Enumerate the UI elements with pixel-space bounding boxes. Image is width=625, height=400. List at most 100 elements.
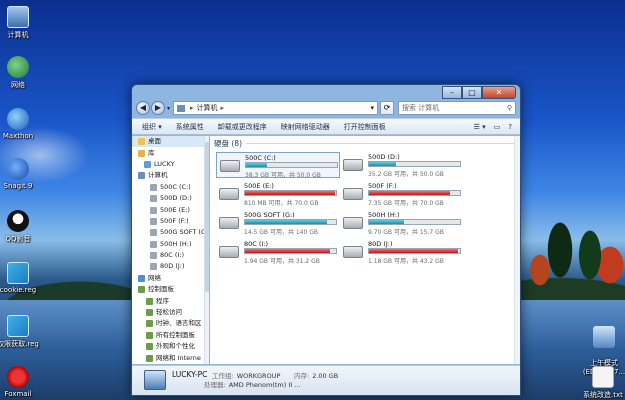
navigation-scrollbar[interactable] <box>204 136 209 364</box>
nav-item-label: 网络 <box>148 273 161 282</box>
organize-button[interactable]: 组织 ▾ <box>142 122 162 132</box>
recent-pages-dropdown[interactable]: ▾ <box>167 105 170 112</box>
drive-tile[interactable]: 500H (H:) 9.70 GB 可用，共 15.7 GB <box>340 210 464 236</box>
nav-item-clock-language[interactable]: 时钟、语言和区 <box>132 318 208 329</box>
search-input[interactable]: 搜索 计算机 ⚲ <box>398 101 516 115</box>
command-toolbar: 组织 ▾ 系统属性 卸载或更改程序 映射网络驱动器 打开控制面板 ☰ ▾ ▭ ? <box>132 118 520 135</box>
nav-item-control-panel[interactable]: 控制面板 <box>132 284 208 295</box>
nav-item-all-cp-items[interactable]: 所有控制面板 <box>132 330 208 341</box>
address-bar[interactable]: ▸ 计算机 ▸ ▾ <box>173 101 378 115</box>
nav-item-label: 500E (E:) <box>160 205 190 214</box>
nav-item-appearance[interactable]: 外观和个性化 <box>132 341 208 352</box>
desktop-icon-label: Foxmail <box>4 390 32 398</box>
nav-item-network-internet[interactable]: 网络和 Interne <box>132 352 208 363</box>
nav-item-drive-e[interactable]: 500E (E:) <box>132 204 208 215</box>
drive-free-space: 35.2 GB 可用，共 50.0 GB <box>368 171 444 178</box>
breadcrumb-computer[interactable]: 计算机 <box>197 103 218 113</box>
refresh-button[interactable]: ⟳ <box>380 101 394 115</box>
nav-item-drive-c[interactable]: 500C (C:) <box>132 182 208 193</box>
desktop-icon-network[interactable]: 网络 <box>0 56 38 90</box>
drive-usage-fill <box>369 249 458 253</box>
desktop-icon-label: QQ影音 <box>5 235 31 243</box>
cpu-label: 处理器: <box>204 381 226 389</box>
drive-usage-bar <box>244 219 337 225</box>
drive-icon <box>150 206 157 214</box>
drive-tile[interactable]: 500E (E:) 810 MB 可用，共 70.0 GB <box>216 181 340 207</box>
drive-tile[interactable]: 80D (J:) 1.18 GB 可用，共 43.2 GB <box>340 239 464 265</box>
drive-name: 500E (E:) <box>244 182 274 190</box>
group-header[interactable]: 硬盘 (8) <box>214 138 516 149</box>
desktop-icon-cookie-reg[interactable]: cookie.reg <box>0 262 38 294</box>
window-controls: – □ ✕ <box>442 86 516 100</box>
details-pane: LUCKY-PC 工作组: WORKGROUP 内存: 2.00 GB 处理器: AM… <box>132 365 520 395</box>
group-divider <box>246 143 516 144</box>
hard-drive-icon <box>343 159 363 171</box>
view-options-button[interactable]: ☰ ▾ <box>474 123 486 131</box>
nav-item-label: 500H (H:) <box>160 239 192 248</box>
desktop-icon-permission-reg[interactable]: 权限获取.reg <box>0 315 40 349</box>
qq-player-icon <box>7 210 29 232</box>
desktop-icon-maxthon[interactable]: Maxthon <box>0 108 38 140</box>
nav-item-label: 控制面板 <box>148 285 174 294</box>
desktop-icon-label: cookie.reg <box>0 286 37 294</box>
scrollbar-thumb[interactable] <box>205 142 209 292</box>
view-controls: ☰ ▾ ▭ ? <box>466 123 520 131</box>
nav-item-label: 外观和个性化 <box>156 342 195 351</box>
desktop-icon-txt[interactable]: 系统改造.txt <box>580 366 625 400</box>
nav-item-drive-g[interactable]: 500G SOFT (G:) <box>132 227 208 238</box>
nav-item-drive-j[interactable]: 80D (J:) <box>132 261 208 272</box>
control-panel-icon <box>146 320 153 328</box>
desktop-icon-snagit[interactable]: Snagit 9 <box>0 158 38 190</box>
drive-tile[interactable]: 500F (F:) 7.35 GB 可用，共 70.0 GB <box>340 181 464 207</box>
drive-icon <box>150 263 157 271</box>
content-scrollbar[interactable] <box>514 136 520 364</box>
drive-free-space: 7.35 GB 可用，共 70.0 GB <box>368 200 444 207</box>
drive-usage-fill <box>369 162 396 166</box>
drive-free-space: 9.70 GB 可用，共 15.7 GB <box>368 229 444 236</box>
nav-item-label: 500C (C:) <box>160 182 191 191</box>
drive-usage-bar <box>244 190 337 196</box>
nav-item-library[interactable]: 库 <box>132 147 208 158</box>
desktop-icon-foxmail[interactable]: Foxmail <box>0 366 38 398</box>
nav-item-computer[interactable]: 计算机 <box>132 170 208 181</box>
drive-free-space: 810 MB 可用，共 70.0 GB <box>244 200 319 207</box>
drive-free-space: 14.5 GB 可用，共 140 GB <box>244 229 318 236</box>
nav-item-drive-h[interactable]: 500H (H:) <box>132 239 208 250</box>
drive-tile[interactable]: 500D (D:) 35.2 GB 可用，共 50.0 GB <box>340 152 464 178</box>
close-button[interactable]: ✕ <box>482 86 516 99</box>
open-control-panel-button[interactable]: 打开控制面板 <box>344 122 386 132</box>
drive-tile[interactable]: 500C (C:) 38.3 GB 可用，共 50.0 GB <box>216 152 340 179</box>
nav-item-ease-of-access[interactable]: 轻松访问 <box>132 307 208 318</box>
explorer-window: – □ ✕ ◀ ▶ ▾ ▸ 计算机 ▸ ▾ ⟳ 搜索 计算机 ⚲ 组织 ▾ 系统… <box>131 84 521 396</box>
nav-item-drive-i[interactable]: 80C (I:) <box>132 250 208 261</box>
nav-item-network[interactable]: 网络 <box>132 273 208 284</box>
drive-free-space: 1.18 GB 可用，共 43.2 GB <box>368 258 444 265</box>
breadcrumb-chevron-icon[interactable]: ▸ <box>221 104 225 112</box>
forward-button[interactable]: ▶ <box>151 101 165 115</box>
nav-item-lucky[interactable]: LUCKY <box>132 159 208 170</box>
uninstall-program-button[interactable]: 卸载或更改程序 <box>218 122 267 132</box>
minimize-button[interactable]: – <box>442 86 462 99</box>
breadcrumb-chevron-icon[interactable]: ▸ <box>190 104 194 112</box>
help-button[interactable]: ? <box>508 123 512 131</box>
drive-icon <box>150 183 157 191</box>
desktop-icon-qq-player[interactable]: QQ影音 <box>0 210 38 244</box>
nav-item-label: 程序 <box>156 296 169 305</box>
map-network-drive-button[interactable]: 映射网络驱动器 <box>281 122 330 132</box>
drive-tile[interactable]: 80C (I:) 1.94 GB 可用，共 31.2 GB <box>216 239 340 265</box>
preview-pane-button[interactable]: ▭ <box>494 123 501 131</box>
back-button[interactable]: ◀ <box>136 101 150 115</box>
drive-tile[interactable]: 500G SOFT (G:) 14.5 GB 可用，共 140 GB <box>216 210 340 236</box>
system-properties-button[interactable]: 系统属性 <box>176 122 204 132</box>
desktop-icon-label: 计算机 <box>7 31 29 39</box>
nav-item-drive-d[interactable]: 500D (D:) <box>132 193 208 204</box>
nav-item-desktop[interactable]: 桌面 <box>132 136 208 148</box>
maximize-button[interactable]: □ <box>462 86 482 99</box>
drive-name: 80D (J:) <box>368 240 393 248</box>
address-dropdown-icon[interactable]: ▾ <box>370 104 374 112</box>
nav-item-drive-f[interactable]: 500F (F:) <box>132 216 208 227</box>
computer-icon <box>177 104 186 112</box>
nav-item-programs[interactable]: 程序 <box>132 295 208 306</box>
desktop-icon-computer[interactable]: 计算机 <box>0 6 38 40</box>
drive-icon <box>150 195 157 203</box>
